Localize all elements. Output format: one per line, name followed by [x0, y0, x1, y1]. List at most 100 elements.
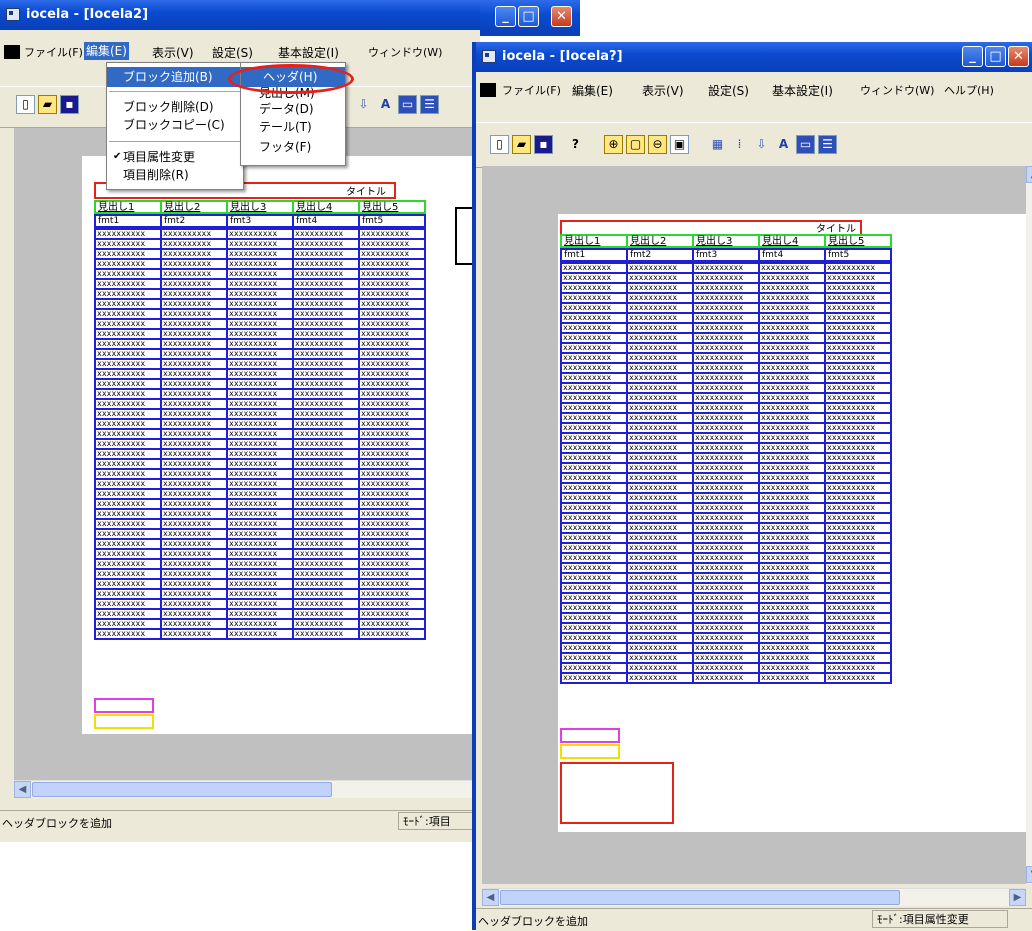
- maximize-icon[interactable]: □: [985, 46, 1006, 67]
- table-cell: xxxxxxxxxx: [758, 362, 826, 374]
- left-horizontal-scrollbar[interactable]: ◀: [14, 780, 480, 798]
- grid-icon[interactable]: ▦: [708, 135, 727, 154]
- table-cell: xxxxxxxxxx: [94, 398, 162, 410]
- table-row: xxxxxxxxxx xxxxxxxxxx xxxxxxxxxx xxxxxxxxxx…: [94, 588, 426, 600]
- header-row[interactable]: 見出し1 見出し2 見出し3 見出し4 見出し5: [560, 234, 892, 248]
- format-row[interactable]: fmt1 fmt2 fmt3 fmt4 fmt5: [94, 214, 426, 228]
- menu-view[interactable]: 表示(V): [642, 82, 684, 99]
- table-cell: xxxxxxxxxx: [692, 552, 760, 564]
- zoom-out-icon[interactable]: ⊖: [648, 135, 667, 154]
- table-cell: xxxxxxxxxx: [94, 518, 162, 530]
- align-icon[interactable]: ⁞: [730, 135, 749, 154]
- menu-window[interactable]: ウィンドウ(W): [368, 44, 442, 60]
- menu-settings[interactable]: 設定(S): [212, 44, 253, 61]
- zoom-in-icon[interactable]: ⊕: [604, 135, 623, 154]
- table-cell: xxxxxxxxxx: [94, 568, 162, 580]
- table-cell: xxxxxxxxxx: [358, 568, 426, 580]
- scroll-left-icon[interactable]: ◀: [14, 781, 31, 798]
- table-cell: xxxxxxxxxx: [292, 538, 360, 550]
- menu-settings[interactable]: 設定(S): [708, 82, 749, 99]
- table-cell: xxxxxxxxxx: [94, 468, 162, 480]
- tail-block[interactable]: [94, 698, 154, 713]
- right-vertical-scrollbar[interactable]: ▲ ▼: [1026, 166, 1032, 884]
- table-cell: xxxxxxxxxx: [226, 418, 294, 430]
- text-icon[interactable]: A: [774, 135, 793, 154]
- table-row: xxxxxxxxxx xxxxxxxxxx xxxxxxxxxx xxxxxxxxxx…: [94, 498, 426, 510]
- header-row[interactable]: 見出し1 見出し2 見出し3 見出し4 見出し5: [94, 200, 426, 214]
- open-folder-icon[interactable]: ▰: [38, 95, 57, 114]
- submenu-item-data[interactable]: データ(D): [241, 101, 345, 117]
- table-cell: xxxxxxxxxx: [94, 538, 162, 550]
- submenu-item-tail[interactable]: テール(T): [241, 119, 345, 135]
- scroll-right-icon[interactable]: ▶: [1009, 889, 1026, 906]
- menu-basic-settings[interactable]: 基本設定(I): [772, 82, 833, 99]
- table-cell: xxxxxxxxxx: [626, 322, 694, 334]
- table-cell: xxxxxxxxxx: [758, 392, 826, 404]
- new-file-icon[interactable]: ▯: [490, 135, 509, 154]
- menu-edit[interactable]: 編集(E): [572, 82, 613, 99]
- insert-row-icon[interactable]: ⇩: [354, 95, 373, 114]
- form-icon[interactable]: ▭: [398, 95, 417, 114]
- menu-item-copy-block[interactable]: ブロックコピー(C): [107, 115, 243, 135]
- menu-view[interactable]: 表示(V): [152, 44, 194, 61]
- scroll-left-icon[interactable]: ◀: [482, 889, 499, 906]
- data-grid[interactable]: xxxxxxxxxx xxxxxxxxxx xxxxxxxxxx xxxxxxxxxx…: [560, 262, 892, 684]
- table-cell: xxxxxxxxxx: [692, 522, 760, 534]
- new-file-icon[interactable]: ▯: [16, 95, 35, 114]
- help-icon[interactable]: ?: [566, 135, 585, 154]
- submenu-item-footer[interactable]: フッタ(F): [241, 139, 345, 155]
- data-grid[interactable]: xxxxxxxxxx xxxxxxxxxx xxxxxxxxxx xxxxxxxxxx…: [94, 228, 426, 640]
- left-titlebar[interactable]: iocela - [Iocela2]: [0, 0, 480, 30]
- format-row[interactable]: fmt1 fmt2 fmt3 fmt4 fmt5: [560, 248, 892, 262]
- footer-block[interactable]: [94, 714, 154, 729]
- left-client-area: タイトル 見出し1 見出し2 見出し3 見出し4 見出し5 fmt1 fmt2 …: [14, 128, 480, 780]
- new-header-block[interactable]: [560, 762, 674, 824]
- table-cell: xxxxxxxxxx: [94, 438, 162, 450]
- table-cell: xxxxxxxxxx: [626, 442, 694, 454]
- minimize-icon[interactable]: _: [962, 46, 983, 67]
- table-cell: xxxxxxxxxx: [692, 532, 760, 544]
- minimize-icon[interactable]: _: [495, 6, 516, 27]
- text-icon[interactable]: A: [376, 95, 395, 114]
- maximize-icon[interactable]: □: [518, 6, 539, 27]
- menu-edit[interactable]: 編集(E): [84, 42, 129, 60]
- menu-basic-settings[interactable]: 基本設定(I): [278, 44, 339, 61]
- menu-help[interactable]: ヘルプ(H): [944, 82, 994, 98]
- form-icon[interactable]: ▭: [796, 135, 815, 154]
- menu-window[interactable]: ウィンドウ(W): [860, 82, 934, 98]
- table-cell: xxxxxxxxxx: [692, 642, 760, 654]
- menu-item-delete-block[interactable]: ブロック削除(D): [107, 97, 243, 117]
- list-icon[interactable]: ☰: [818, 135, 837, 154]
- close-icon[interactable]: ✕: [1008, 46, 1029, 67]
- right-titlebar[interactable]: iocela - [Iocela?] _ □ ✕: [476, 42, 1032, 72]
- scroll-thumb[interactable]: [500, 890, 900, 905]
- menu-item-change-attributes[interactable]: 項目属性変更: [107, 147, 243, 167]
- menu-item-add-block[interactable]: ブロック追加(B): [107, 67, 243, 87]
- close-icon[interactable]: ✕: [551, 6, 572, 27]
- tail-block[interactable]: [560, 728, 620, 743]
- table-cell: xxxxxxxxxx: [560, 432, 628, 444]
- table-cell: xxxxxxxxxx: [626, 312, 694, 324]
- document-icon[interactable]: [480, 83, 496, 97]
- save-icon[interactable]: ▪: [60, 95, 79, 114]
- window-title: iocela - [Iocela2]: [26, 7, 149, 22]
- footer-block[interactable]: [560, 744, 620, 759]
- document-icon[interactable]: [4, 45, 20, 59]
- insert-row-icon[interactable]: ⇩: [752, 135, 771, 154]
- table-cell: xxxxxxxxxx: [824, 452, 892, 464]
- table-cell: xxxxxxxxxx: [94, 548, 162, 560]
- fit-page-icon[interactable]: ▣: [670, 135, 689, 154]
- open-folder-icon[interactable]: ▰: [512, 135, 531, 154]
- page-icon[interactable]: ▢: [626, 135, 645, 154]
- scroll-down-icon[interactable]: ▼: [1026, 866, 1032, 883]
- menu-file[interactable]: ファイル(F): [502, 82, 561, 98]
- menu-item-delete-item[interactable]: 項目削除(R): [107, 165, 243, 185]
- save-icon[interactable]: ▪: [534, 135, 553, 154]
- scroll-up-icon[interactable]: ▲: [1026, 166, 1032, 183]
- table-cell: xxxxxxxxxx: [292, 288, 360, 300]
- right-horizontal-scrollbar[interactable]: ◀ ▶: [482, 888, 1026, 906]
- menu-file[interactable]: ファイル(F): [24, 44, 83, 60]
- scroll-thumb[interactable]: [32, 782, 332, 797]
- table-cell: xxxxxxxxxx: [758, 562, 826, 574]
- list-icon[interactable]: ☰: [420, 95, 439, 114]
